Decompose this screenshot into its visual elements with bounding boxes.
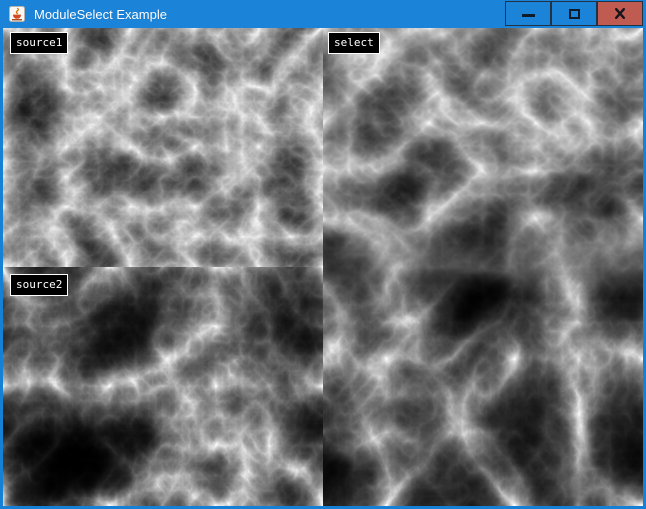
maximize-icon — [569, 9, 580, 19]
close-button[interactable] — [597, 1, 643, 26]
source2-panel: source2 — [3, 267, 323, 506]
minimize-button[interactable] — [505, 1, 551, 26]
render-area: select source1 source2 — [3, 28, 643, 506]
source1-label: source1 — [10, 32, 68, 54]
titlebar-buttons — [505, 1, 643, 26]
maximize-button[interactable] — [551, 1, 597, 26]
select-label: select — [328, 32, 380, 54]
close-icon — [614, 8, 626, 19]
source2-label: source2 — [10, 274, 68, 296]
minimize-icon — [522, 14, 535, 17]
source1-noise-image — [3, 28, 323, 267]
titlebar[interactable]: ModuleSelect Example — [0, 0, 646, 28]
java-coffee-cup-icon — [9, 6, 25, 22]
window-title: ModuleSelect Example — [34, 7, 167, 22]
source1-panel: source1 — [3, 28, 323, 267]
app-window: ModuleSelect Example — [0, 0, 646, 509]
source2-noise-image — [3, 267, 323, 506]
